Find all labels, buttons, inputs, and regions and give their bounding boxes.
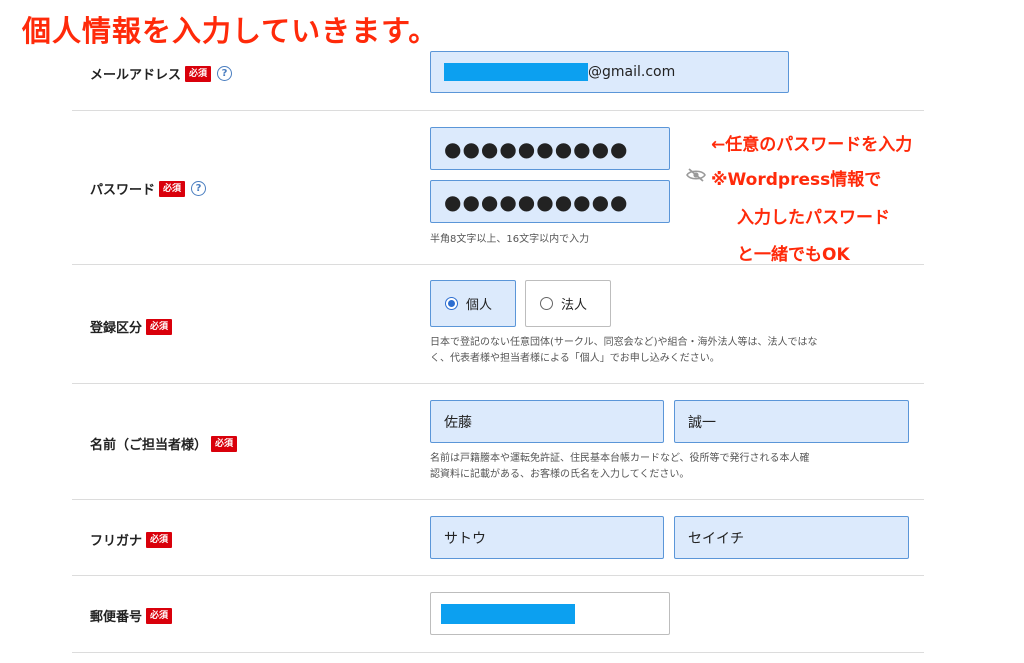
name-hint-line2: 認資料に記載がある、お客様の氏名を入力してください。: [430, 469, 690, 480]
name-label: 名前（ご担当者様）: [90, 438, 208, 453]
password-mask: ●●●●●●●●●●: [444, 136, 629, 161]
annotation-password-line1: ←任意のパスワードを入力: [711, 135, 913, 155]
required-badge: 必須: [159, 180, 186, 197]
name-hint-line1: 名前は戸籍謄本や運転免許証、住民基本台帳カードなど、役所等で発行される本人確: [430, 453, 810, 464]
annotation-password-line2: ※Wordpress情報で: [711, 170, 882, 190]
required-badge: 必須: [185, 65, 212, 82]
postal-code-field[interactable]: [430, 592, 670, 635]
last-name-kana-value: サトウ: [444, 530, 486, 547]
password-hint: 半角8文字以上、16文字以内で入力: [430, 234, 590, 245]
redacted-postal-code: [441, 603, 575, 624]
divider: [72, 264, 924, 265]
first-name-field[interactable]: 誠一: [674, 400, 909, 443]
password-label-group: パスワード 必須 ?: [90, 179, 207, 198]
annotation-password-line3: 入力したパスワード: [737, 208, 890, 228]
radio-label-individual: 個人: [466, 298, 493, 313]
registration-type-label: 登録区分: [90, 321, 143, 336]
first-name-kana-field[interactable]: セイイチ: [674, 516, 909, 559]
eye-slash-icon[interactable]: [686, 167, 706, 187]
required-badge: 必須: [146, 318, 173, 335]
postal-label: 郵便番号: [90, 610, 143, 625]
divider: [72, 383, 924, 384]
radio-option-corporate[interactable]: 法人: [525, 280, 611, 327]
first-name-kana-value: セイイチ: [688, 530, 744, 547]
registration-type-label-group: 登録区分 必須: [90, 317, 173, 336]
divider: [72, 652, 924, 653]
divider: [72, 575, 924, 576]
furigana-label-group: フリガナ 必須: [90, 530, 173, 549]
registration-type-hint-line2: く、代表者様や担当者様による「個人」でお申し込みください。: [430, 353, 720, 364]
redacted-email-local-part: [444, 63, 588, 81]
annotation-password-line4: と一緒でもOK: [737, 245, 850, 265]
email-label: メールアドレス: [90, 68, 182, 83]
radio-option-individual[interactable]: 個人: [430, 280, 516, 327]
email-field[interactable]: @gmail.com: [430, 51, 789, 93]
divider: [72, 499, 924, 500]
email-label-group: メールアドレス 必須 ?: [90, 64, 233, 83]
question-circle-icon[interactable]: ?: [217, 66, 233, 81]
annotation-title: 個人情報を入力していきます。: [22, 14, 439, 48]
question-circle-icon[interactable]: ?: [191, 181, 207, 196]
last-name-kana-field[interactable]: サトウ: [430, 516, 664, 559]
furigana-label: フリガナ: [90, 534, 143, 549]
registration-type-hint-line1: 日本で登記のない任意団体(サークル、同窓会など)や組合・海外法人等は、法人ではな: [430, 337, 818, 348]
radio-icon: [445, 297, 458, 310]
password-label: パスワード: [90, 183, 156, 198]
radio-icon: [540, 297, 553, 310]
password-field[interactable]: ●●●●●●●●●●: [430, 127, 670, 170]
first-name-value: 誠一: [688, 414, 716, 431]
last-name-value: 佐藤: [444, 414, 472, 431]
radio-label-corporate: 法人: [561, 298, 588, 313]
divider: [72, 110, 924, 111]
password-confirm-field[interactable]: ●●●●●●●●●●: [430, 180, 670, 223]
password-confirm-mask: ●●●●●●●●●●: [444, 189, 629, 214]
required-badge: 必須: [211, 435, 238, 452]
email-domain-text: @gmail.com: [588, 64, 676, 80]
required-badge: 必須: [146, 531, 173, 548]
name-label-group: 名前（ご担当者様） 必須: [90, 434, 238, 453]
required-badge: 必須: [146, 607, 173, 624]
postal-label-group: 郵便番号 必須: [90, 606, 173, 625]
last-name-field[interactable]: 佐藤: [430, 400, 664, 443]
